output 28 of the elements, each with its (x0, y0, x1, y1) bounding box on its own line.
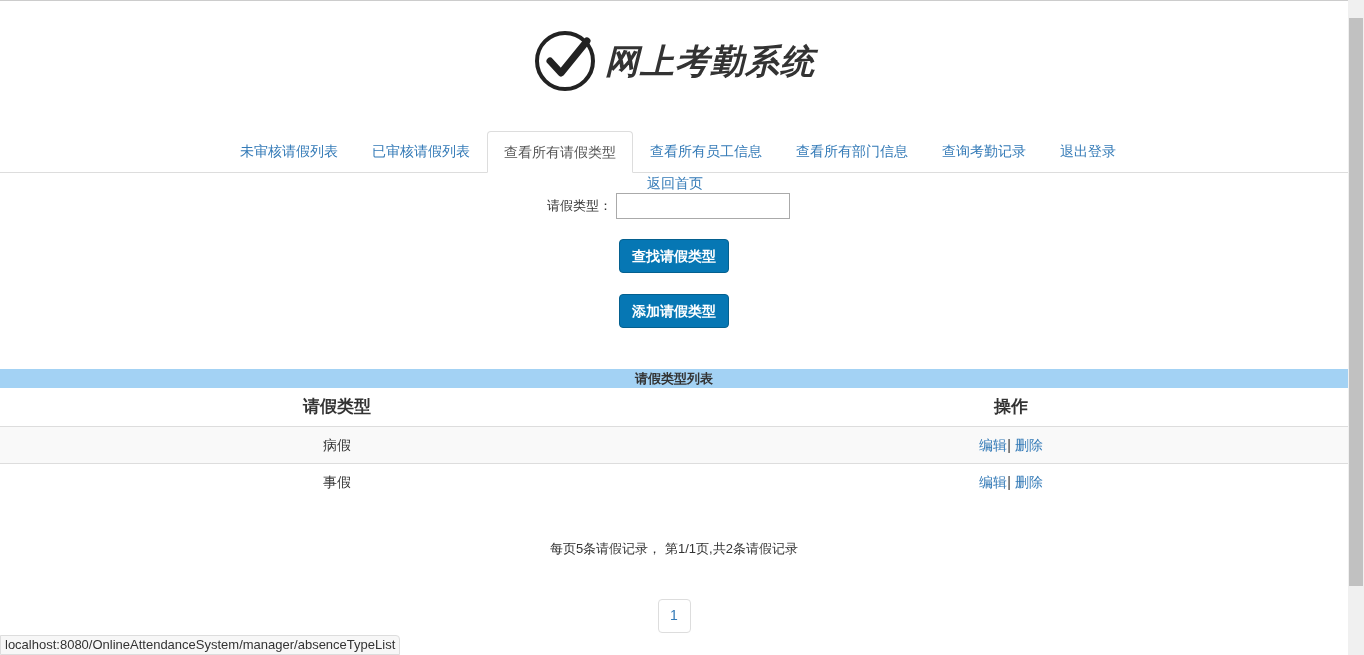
pagination-summary: 每页5条请假记录， 第1/1页,共2条请假记录 (550, 540, 798, 558)
separator-text: | (1007, 473, 1011, 492)
table-cell-text: 病假 (322, 435, 352, 455)
status-url: localhost:8080/OnlineAttendanceSystem/manager/absenceTypeList (0, 635, 401, 655)
home-link[interactable]: 返回首页 (647, 173, 703, 193)
column-header: 请假类型 (301, 396, 372, 419)
checkmark-circle-icon (533, 29, 598, 93)
action-button[interactable]: 查找请假类型 (619, 239, 729, 273)
nav-tab[interactable]: 未审核请假列表 (223, 131, 355, 172)
page-button[interactable]: 1 (657, 598, 691, 633)
table-title: 请假类型列表 (0, 369, 1348, 388)
table-cell-text: 事假 (322, 473, 352, 492)
scrollbar[interactable] (1348, 0, 1364, 655)
nav-tab[interactable]: 查看所有员工信息 (633, 131, 779, 172)
input-field[interactable] (615, 193, 790, 219)
column-header: 操作 (992, 396, 1029, 419)
field-label: 请假类型： (546, 197, 612, 216)
nav-tab[interactable]: 查看所有请假类型 (487, 131, 633, 173)
edit-link[interactable]: 编辑 (979, 434, 1008, 456)
nav-tab[interactable]: 已审核请假列表 (355, 131, 487, 172)
nav-tab[interactable]: 查看所有部门信息 (779, 131, 925, 172)
delete-link[interactable]: 删除 (1014, 472, 1043, 493)
action-button[interactable]: 添加请假类型 (619, 294, 729, 328)
nav-tab[interactable]: 查询考勤记录 (925, 131, 1043, 172)
edit-link[interactable]: 编辑 (979, 472, 1008, 493)
nav-tab[interactable]: 退出登录 (1043, 131, 1133, 172)
delete-link[interactable]: 删除 (1014, 434, 1043, 456)
separator-text: | (1007, 435, 1011, 455)
